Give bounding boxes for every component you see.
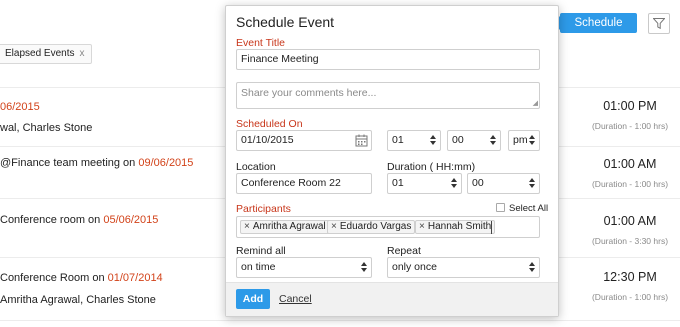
spinner-icon (489, 134, 496, 147)
scheduled-date-value: 01/10/2015 (241, 134, 294, 146)
location-input[interactable]: Conference Room 22 (236, 173, 372, 194)
participant-tag: × Hannah Smith (415, 220, 496, 234)
event-time: 01:00 AM (603, 157, 657, 171)
comments-placeholder: Share your comments here... (241, 87, 377, 99)
participant-name: Eduardo Vargas (339, 221, 412, 232)
duration-minutes-value: 00 (472, 177, 484, 189)
repeat-value: only once (392, 261, 437, 273)
remind-label: Remind all (236, 245, 286, 257)
participants-label: Participants (236, 203, 291, 215)
event-duration: (Duration - 1:00 hrs) (591, 179, 669, 189)
hour-select[interactable]: 01 (387, 130, 441, 151)
participants-input[interactable]: × Amritha Agrawal × Eduardo Vargas × Hannah… (236, 216, 540, 238)
participant-name: Amritha Agrawal (252, 221, 326, 232)
repeat-select[interactable]: only once (387, 257, 540, 278)
dialog-footer: Add Cancel (226, 282, 558, 316)
chip-remove-icon[interactable]: x (80, 48, 85, 59)
event-title-label: Event Title (236, 37, 286, 49)
scheduled-date-input[interactable]: 01/10/2015 (236, 130, 372, 151)
dialog-title: Schedule Event (236, 14, 335, 30)
duration-hours-select[interactable]: 01 (387, 173, 462, 194)
remove-participant-icon[interactable]: × (331, 221, 337, 232)
event-duration: (Duration - 1:00 hrs) (591, 292, 669, 302)
chip-label: Elapsed Events (5, 48, 75, 59)
remind-value: on time (241, 261, 276, 273)
spinner-icon (429, 134, 436, 147)
minute-select[interactable]: 00 (447, 130, 501, 151)
filter-button[interactable] (648, 13, 670, 34)
add-button[interactable]: Add (236, 289, 270, 309)
event-duration: (Duration - 3:30 hrs) (591, 236, 669, 246)
select-all-checkbox[interactable] (496, 203, 505, 212)
event-participants: Amritha Agrawal, Charles Stone (0, 294, 156, 306)
event-time: 01:00 PM (603, 99, 657, 113)
hour-value: 01 (392, 134, 404, 146)
remind-select[interactable]: on time (236, 257, 372, 278)
select-all-label: Select All (509, 203, 549, 214)
event-date: 05/06/2015 (103, 214, 159, 226)
event-summary: @Finance team meeting on 09/06/2015 (0, 157, 193, 169)
cancel-link[interactable]: Cancel (279, 293, 312, 305)
scheduled-on-label: Scheduled On (236, 118, 303, 130)
event-time-block: 01:00 AM (Duration - 3:30 hrs) (565, 214, 680, 246)
event-date: 06/2015 (0, 101, 40, 113)
event-title-input[interactable]: Finance Meeting (236, 49, 540, 70)
event-participants: wal, Charles Stone (0, 122, 93, 134)
participant-tag: × Eduardo Vargas (327, 220, 416, 234)
spinner-icon (528, 261, 535, 274)
filter-icon (653, 18, 665, 29)
event-location-text: Conference room on (0, 214, 104, 226)
participant-tag: × Amritha Agrawal (240, 220, 330, 234)
spinner-icon (528, 134, 535, 147)
calendar-icon[interactable] (355, 134, 368, 147)
repeat-label: Repeat (387, 245, 421, 257)
divider (0, 320, 680, 321)
schedule-event-dialog: Schedule Event Event Title Finance Meeti… (225, 5, 559, 317)
event-duration: (Duration - 1:00 hrs) (591, 121, 669, 131)
comments-textarea[interactable]: Share your comments here... ◢ (236, 82, 540, 109)
duration-hours-value: 01 (392, 177, 404, 189)
event-time: 12:30 PM (603, 270, 657, 284)
participant-name: Hannah Smith (427, 221, 492, 232)
spinner-icon (528, 177, 535, 190)
elapsed-events-filter-chip[interactable]: Elapsed Events x (0, 44, 92, 64)
event-location-text: Conference Room on (0, 272, 108, 284)
ampm-value: pm (513, 134, 528, 146)
resize-handle-icon[interactable]: ◢ (533, 100, 538, 107)
remove-participant-icon[interactable]: × (419, 221, 425, 232)
duration-minutes-select[interactable]: 00 (467, 173, 540, 194)
location-label: Location (236, 161, 276, 173)
event-summary: Conference Room on 01/07/2014 (0, 272, 163, 284)
ampm-select[interactable]: pm (508, 130, 540, 151)
spinner-icon (360, 261, 367, 274)
spinner-icon (450, 177, 457, 190)
event-time: 01:00 AM (603, 214, 657, 228)
event-summary: Conference room on 05/06/2015 (0, 214, 158, 226)
event-time-block: 12:30 PM (Duration - 1:00 hrs) (565, 270, 680, 302)
minute-value: 00 (452, 134, 464, 146)
event-date: 01/07/2014 (107, 272, 163, 284)
event-time-block: 01:00 PM (Duration - 1:00 hrs) (565, 99, 680, 131)
event-time-block: 01:00 AM (Duration - 1:00 hrs) (565, 157, 680, 189)
schedule-event-button[interactable]: Schedule Event (553, 13, 637, 49)
text-cursor (491, 221, 492, 234)
duration-label: Duration ( HH:mm) (387, 161, 476, 173)
event-location-text: @Finance team meeting on (0, 157, 139, 169)
event-date: 09/06/2015 (138, 157, 194, 169)
remove-participant-icon[interactable]: × (244, 221, 250, 232)
